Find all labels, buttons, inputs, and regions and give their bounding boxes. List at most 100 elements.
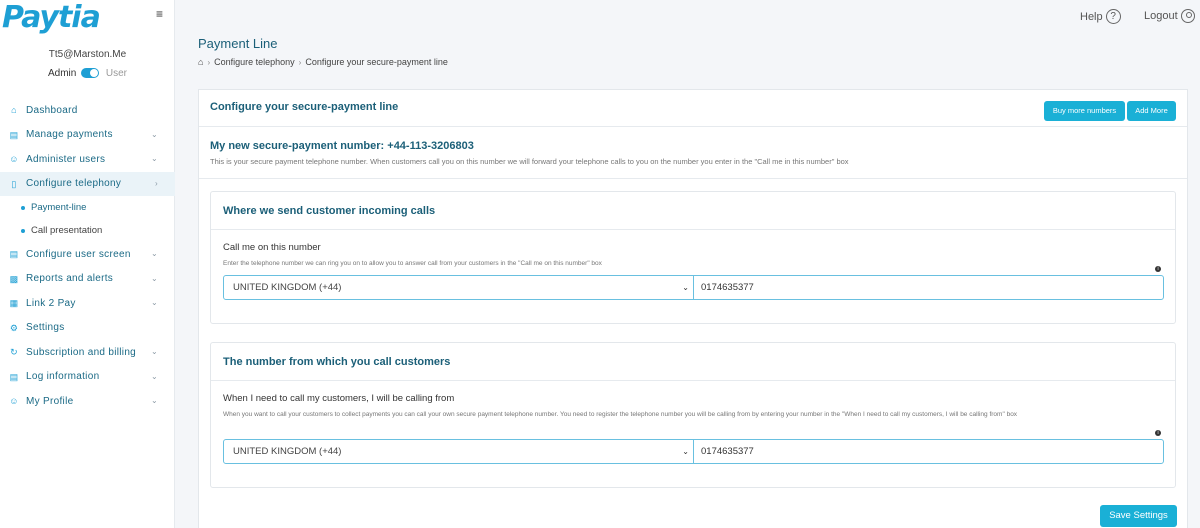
- sidebar-subitem-label: Call presentation: [31, 225, 103, 236]
- logout-label: Logout: [1144, 10, 1178, 22]
- sidebar-item-log-information[interactable]: ▤ Log information ⌄: [0, 365, 175, 390]
- breadcrumb-separator-icon: ›: [298, 57, 302, 67]
- sidebar-item-label: Subscription and billing: [26, 346, 137, 358]
- help-label: Help: [1080, 10, 1103, 23]
- sidebar-item-label: Manage payments: [26, 129, 113, 141]
- chevron-right-icon: ›: [155, 178, 158, 188]
- sidebar-item-label: Log information: [26, 371, 100, 383]
- secure-number-title: My new secure-payment number: +44-113-32…: [210, 140, 474, 152]
- document-icon: ▤: [9, 371, 19, 382]
- add-more-button[interactable]: Add More: [1127, 101, 1176, 121]
- section-title: The number from which you call customers: [223, 356, 451, 368]
- save-settings-button[interactable]: Save Settings: [1100, 505, 1177, 527]
- role-admin-label: Admin: [47, 68, 77, 79]
- screen-icon: ▤: [9, 249, 19, 260]
- phone-number-input[interactable]: 0174635377: [694, 276, 1163, 299]
- profile-icon: ☺: [9, 396, 19, 407]
- user-email: Tt5@Marston.Me: [48, 49, 127, 60]
- info-icon[interactable]: i: [1155, 266, 1161, 272]
- calling-from-label: When I need to call my customers, I will…: [223, 393, 455, 404]
- refresh-icon: ↻: [10, 347, 18, 358]
- country-code-value: UNITED KINGDOM (+44): [233, 446, 342, 457]
- sidebar-item-administer-users[interactable]: ☺ Administer users ⌄: [0, 147, 175, 172]
- outgoing-calls-section: The number from which you call customers…: [210, 342, 1176, 488]
- sidebar-item-label: Dashboard: [26, 104, 78, 116]
- page-title: Payment Line: [198, 36, 278, 51]
- sidebar-item-reports-and-alerts[interactable]: ▩ Reports and alerts ⌄: [0, 267, 175, 292]
- chevron-down-icon: ⌄: [150, 249, 158, 258]
- question-icon: ?: [1105, 9, 1121, 24]
- payment-line-card: Configure your secure-payment line Buy m…: [198, 89, 1188, 528]
- sidebar-item-link-2-pay[interactable]: ▦ Link 2 Pay ⌄: [0, 291, 175, 316]
- calling-from-phone-group: UNITED KINGDOM (+44) ⌄ 0174635377: [223, 439, 1164, 464]
- calling-from-help-text: When you want to call your customers to …: [223, 411, 1018, 418]
- breadcrumb-configure-telephony[interactable]: Configure telephony: [214, 57, 295, 67]
- logout-link[interactable]: Logout: [1144, 9, 1195, 23]
- bullet-icon: [21, 205, 25, 210]
- section-title: Where we send customer incoming calls: [223, 205, 436, 217]
- sidebar-item-dashboard[interactable]: ⌂ Dashboard: [0, 98, 175, 123]
- sidebar-item-manage-payments[interactable]: ▤ Manage payments ⌄: [0, 123, 175, 148]
- sidebar-item-label: Settings: [26, 322, 65, 334]
- role-user-label: User: [105, 68, 128, 79]
- country-code-select[interactable]: UNITED KINGDOM (+44) ⌄: [224, 440, 694, 463]
- info-icon[interactable]: i: [1155, 430, 1161, 436]
- sidebar-item-label: Configure user screen: [26, 248, 131, 260]
- call-me-help-text: Enter the telephone number we can ring y…: [223, 260, 602, 267]
- sidebar-item-label: Link 2 Pay: [26, 297, 76, 309]
- user-icon: ☺: [9, 154, 19, 165]
- sidebar-item-label: Administer users: [26, 153, 106, 165]
- chevron-down-icon: ⌄: [150, 298, 158, 307]
- grid-icon: ▦: [9, 298, 19, 309]
- breadcrumb-separator-icon: ›: [207, 57, 211, 67]
- chevron-down-icon: ⌄: [150, 371, 158, 381]
- chevron-down-icon: ⌄: [150, 154, 158, 163]
- card-header: Configure your secure-payment line Buy m…: [199, 90, 1187, 127]
- phone-icon: ▯: [11, 178, 17, 189]
- sidebar-item-my-profile[interactable]: ☺ My Profile ⌄: [0, 389, 175, 414]
- sidebar-item-subscription-and-billing[interactable]: ↻ Subscription and billing ⌄: [0, 340, 175, 365]
- country-code-value: UNITED KINGDOM (+44): [233, 282, 342, 293]
- hamburger-menu-icon[interactable]: ≡: [156, 8, 166, 20]
- section-header: The number from which you call customers: [211, 343, 1175, 381]
- section-header: Where we send customer incoming calls: [211, 192, 1175, 230]
- role-toggle[interactable]: [81, 68, 100, 79]
- call-me-label: Call me on this number: [223, 242, 321, 253]
- sidebar-item-settings[interactable]: ⚙ Settings: [0, 316, 175, 341]
- chevron-down-icon: ⌄: [150, 396, 158, 405]
- sidebar-subitem-payment-line[interactable]: Payment-line: [0, 196, 175, 219]
- user-circle-icon: [1180, 9, 1195, 23]
- breadcrumb: ⌂ › Configure telephony › Configure your…: [198, 57, 448, 67]
- sidebar-item-label: Reports and alerts: [26, 273, 114, 285]
- sidebar-subitem-call-presentation[interactable]: Call presentation: [0, 219, 175, 242]
- chevron-down-icon: ⌄: [150, 273, 158, 283]
- chart-icon: ▩: [9, 273, 19, 284]
- chevron-down-icon: ⌄: [682, 283, 689, 292]
- sidebar-item-label: Configure telephony: [26, 178, 122, 190]
- card-icon: ▤: [9, 129, 19, 140]
- incoming-calls-section: Where we send customer incoming calls Ca…: [210, 191, 1176, 324]
- chevron-down-icon: ⌄: [150, 129, 158, 139]
- country-code-select[interactable]: UNITED KINGDOM (+44) ⌄: [224, 276, 694, 299]
- bullet-icon: [21, 228, 25, 233]
- sidebar-nav: ⌂ Dashboard ▤ Manage payments ⌄ ☺ Admini…: [0, 98, 175, 414]
- sidebar-subitem-label: Payment-line: [31, 202, 87, 213]
- sidebar-item-configure-user-screen[interactable]: ▤ Configure user screen ⌄: [0, 242, 175, 267]
- breadcrumb-current: Configure your secure-payment line: [305, 57, 448, 67]
- sidebar: Paytia ≡ Tt5@Marston.Me Admin User ⌂ Das…: [0, 0, 175, 528]
- home-icon[interactable]: ⌂: [198, 57, 203, 67]
- role-switch: Admin User: [0, 68, 175, 79]
- phone-number-input[interactable]: 0174635377: [694, 440, 1163, 463]
- chevron-down-icon: ⌄: [150, 347, 158, 356]
- sidebar-item-label: My Profile: [26, 395, 74, 407]
- secure-number-description: This is your secure payment telephone nu…: [210, 157, 849, 166]
- call-me-phone-group: UNITED KINGDOM (+44) ⌄ 0174635377: [223, 275, 1164, 300]
- paytia-logo[interactable]: Paytia: [2, 0, 101, 35]
- sidebar-item-configure-telephony[interactable]: ▯ Configure telephony ›: [0, 171, 175, 196]
- gear-icon: ⚙: [9, 322, 19, 333]
- buy-more-numbers-button[interactable]: Buy more numbers: [1044, 101, 1125, 121]
- help-link[interactable]: Help ?: [1080, 9, 1121, 24]
- home-icon: ⌂: [11, 105, 17, 116]
- divider: [199, 178, 1187, 179]
- card-title: Configure your secure-payment line: [210, 101, 399, 113]
